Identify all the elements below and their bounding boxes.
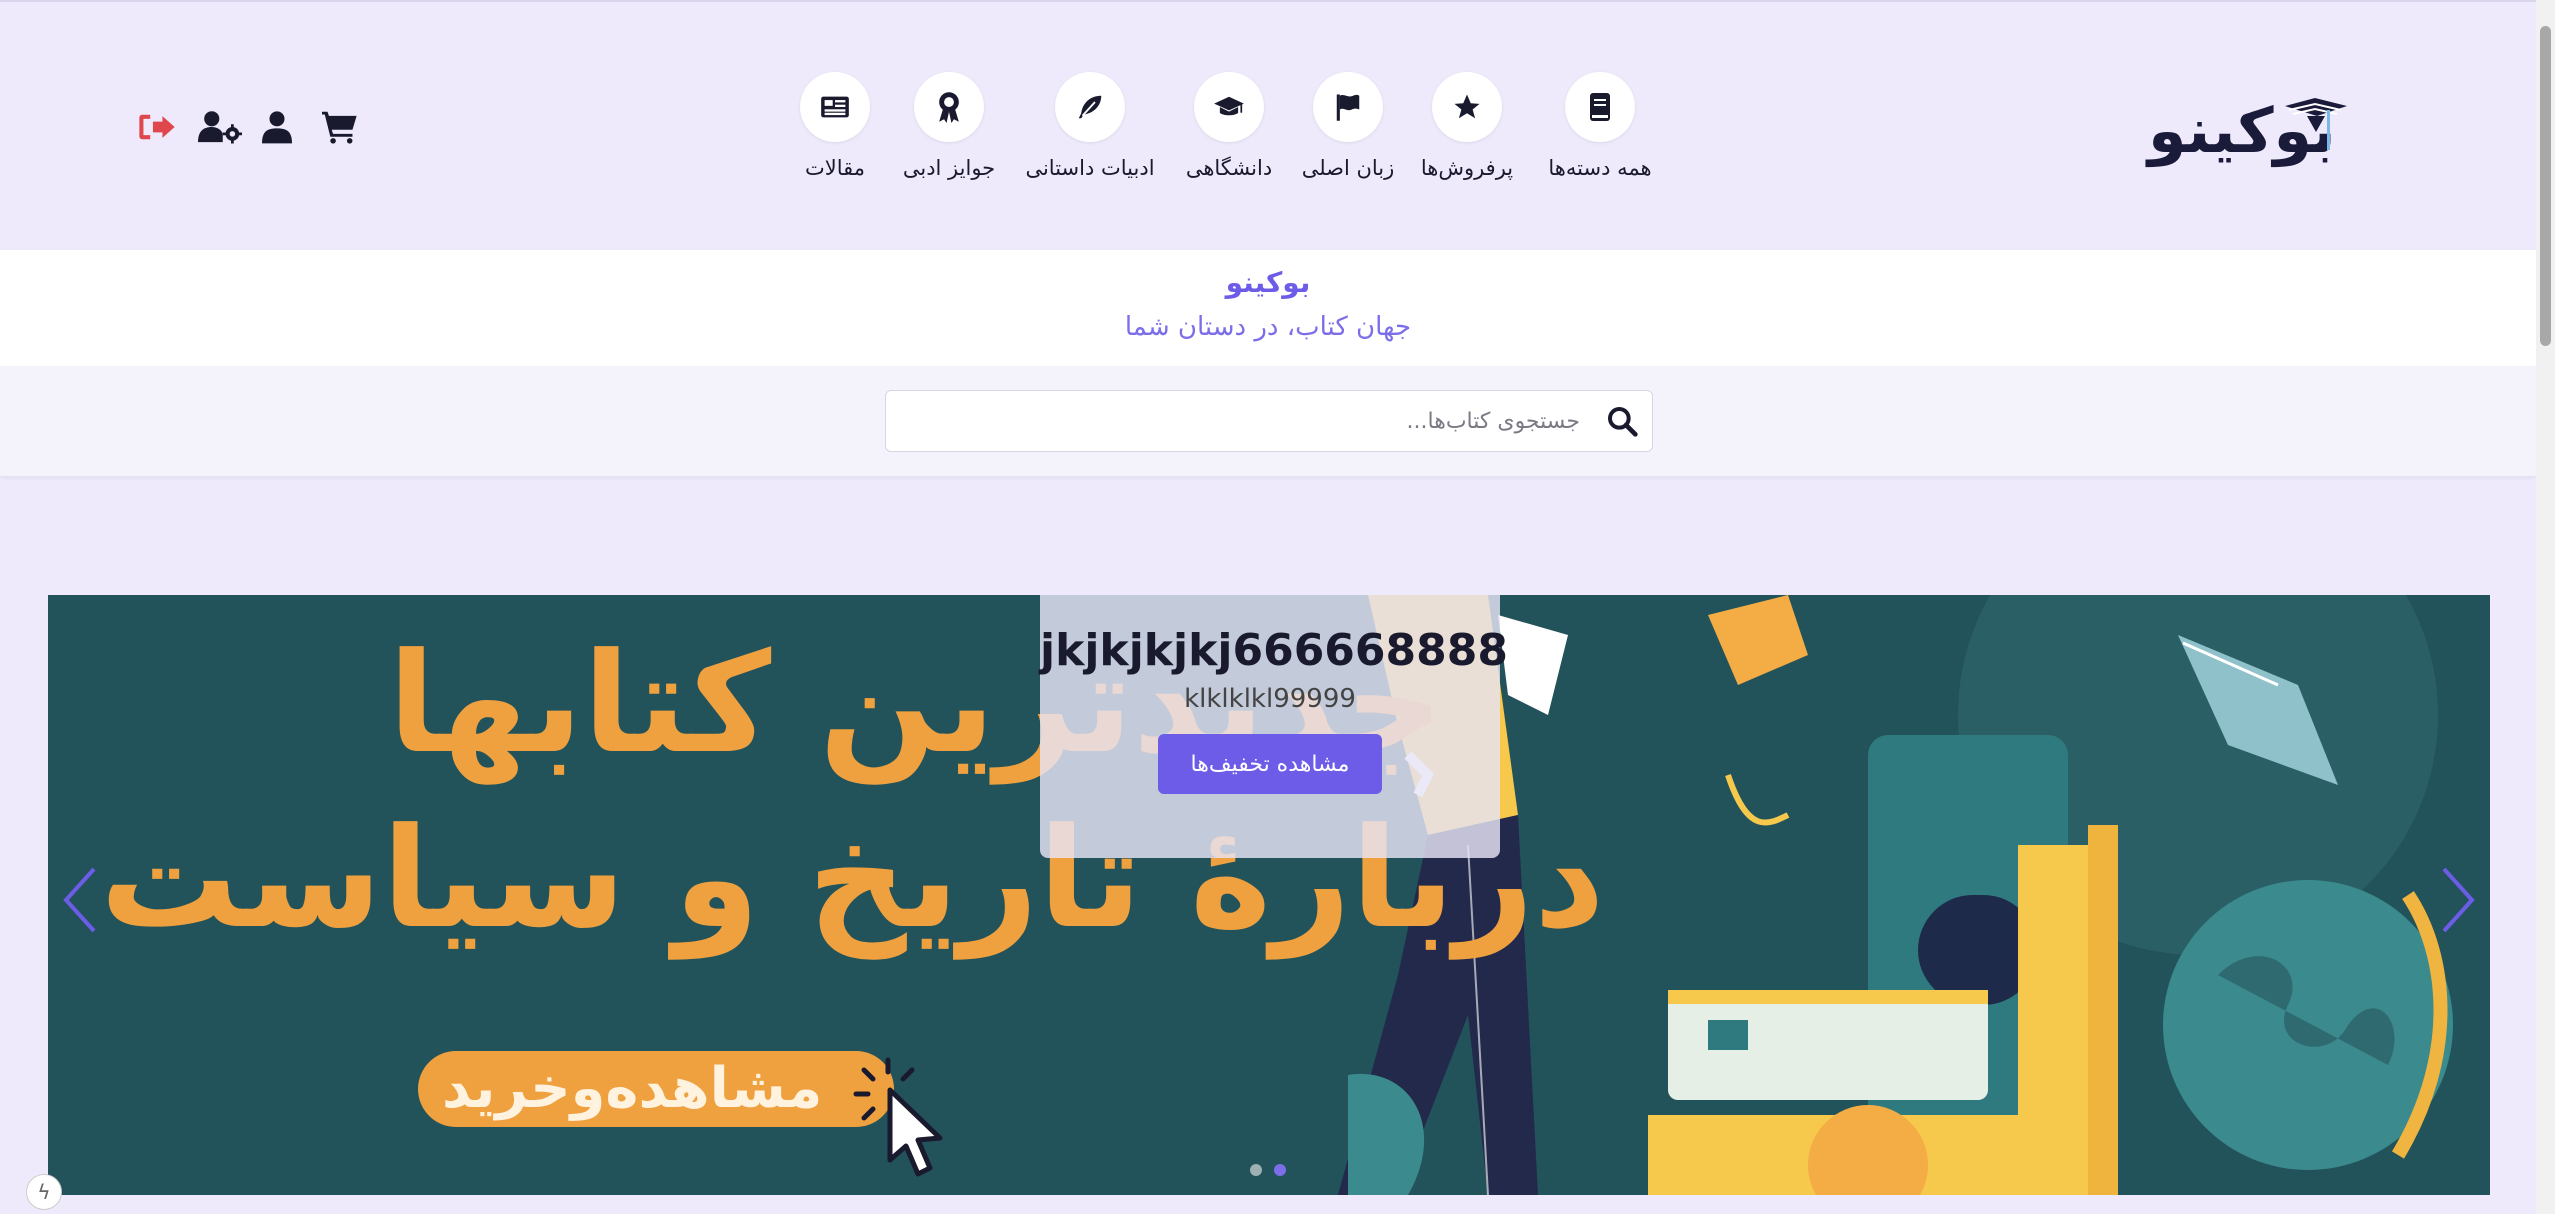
cursor-click-icon — [853, 1057, 943, 1177]
page-scrollbar[interactable] — [2536, 0, 2555, 1214]
nav-circle — [1432, 72, 1502, 142]
newspaper-icon — [821, 96, 849, 118]
nav-label: مقالات — [804, 156, 866, 180]
slide-caption: jkjkjkjkj666668888 klklklkl99999 مشاهده … — [1040, 595, 1508, 858]
site-logo[interactable]: بوکینو — [2148, 92, 2347, 167]
carousel-pagination — [1250, 1161, 1298, 1180]
brand-tagline: جهان کتاب، در دستان شما — [1124, 312, 1412, 342]
award-icon — [939, 92, 959, 123]
user-icon[interactable] — [262, 110, 292, 148]
search-icon[interactable] — [1606, 405, 1638, 437]
nav-all-categories[interactable]: همه دسته‌ها — [1525, 72, 1675, 180]
carousel-dot-2[interactable] — [1274, 1164, 1286, 1176]
feather-icon — [1078, 95, 1102, 119]
carousel-next-arrow-icon[interactable] — [2438, 865, 2478, 935]
nav-circle — [800, 72, 870, 142]
nav-label: دانشگاهی — [1185, 156, 1273, 180]
bolt-badge-icon[interactable]: ϟ — [26, 1174, 62, 1210]
graduation-cap-icon — [1214, 96, 1244, 116]
user-settings-icon[interactable] — [198, 110, 242, 148]
nav-articles[interactable]: مقالات — [760, 72, 910, 180]
nav-academic[interactable]: دانشگاهی — [1154, 72, 1304, 180]
view-discounts-button[interactable]: مشاهده تخفیف‌ها — [1158, 734, 1382, 794]
nav-circle — [1565, 72, 1635, 142]
nav-circle — [1055, 72, 1125, 142]
nav-circle — [1313, 72, 1383, 142]
nav-label: ادبیات داستانی — [1025, 156, 1155, 180]
scrollbar-thumb[interactable] — [2540, 26, 2551, 346]
caption-title: jkjkjkjkj666668888 — [1040, 625, 1508, 676]
search-section — [0, 366, 2536, 476]
book-icon — [1590, 93, 1610, 121]
carousel-dot-1[interactable] — [1250, 1164, 1262, 1176]
logout-icon[interactable] — [138, 110, 176, 148]
flag-icon — [1336, 94, 1360, 121]
search-box — [885, 390, 1653, 452]
brand-band: بوکینو جهان کتاب، در دستان شما — [0, 250, 2536, 366]
cart-icon[interactable] — [322, 110, 358, 148]
nav-label: همه دسته‌ها — [1548, 156, 1652, 180]
banner-buy-pill: مشاهده‌وخرید — [418, 1051, 894, 1127]
carousel-prev-arrow-icon[interactable] — [60, 865, 100, 935]
nav-fiction[interactable]: ادبیات داستانی — [1015, 72, 1165, 180]
caption-subtitle: klklklkl99999 — [1184, 684, 1356, 714]
brand-title: بوکینو — [1225, 266, 1311, 299]
book-logo-icon — [2285, 98, 2347, 150]
hero-carousel: جدیدترین کتابها دربارهٔ تاریخ و سیاست مش… — [48, 595, 2490, 1195]
star-icon — [1454, 94, 1480, 119]
nav-circle — [914, 72, 984, 142]
nav-circle — [1194, 72, 1264, 142]
search-input[interactable] — [898, 391, 1582, 451]
site-header: بوکینو همه دسته‌ها پرفروش‌ها — [0, 2, 2536, 250]
